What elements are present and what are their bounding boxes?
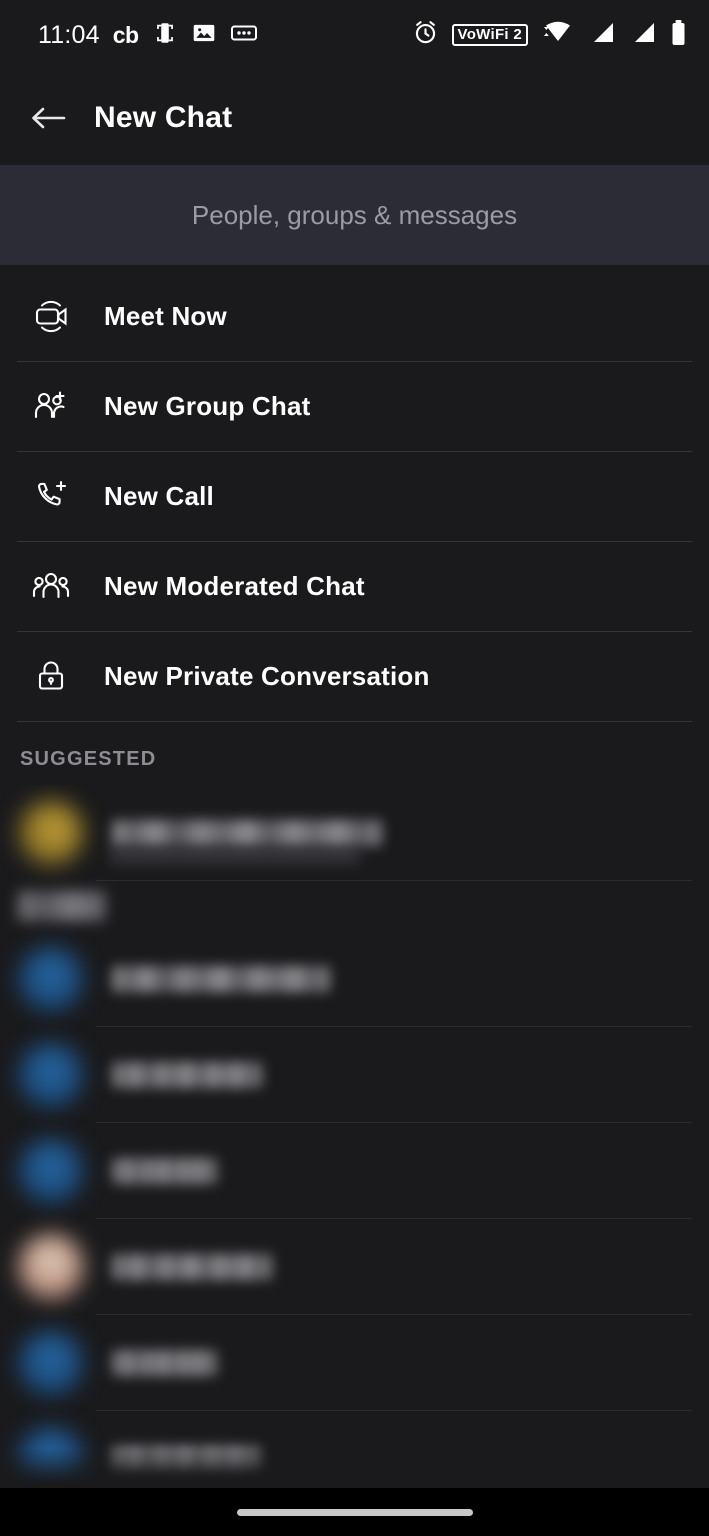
contact-name-redacted bbox=[112, 1062, 262, 1088]
contact-group-label-redacted bbox=[18, 891, 106, 921]
action-new-private-conversation[interactable]: New Private Conversation bbox=[0, 631, 709, 721]
action-label: New Moderated Chat bbox=[104, 570, 365, 601]
app-bar: New Chat bbox=[0, 70, 709, 165]
list-item[interactable] bbox=[0, 1219, 709, 1315]
cb-notification-icon: cb bbox=[112, 21, 139, 48]
people-add-icon bbox=[28, 383, 74, 429]
status-bar-left: 11:04 cb bbox=[38, 20, 258, 51]
contact-name-redacted bbox=[112, 1254, 272, 1280]
suggested-contact-list bbox=[0, 785, 709, 1536]
suggested-section-header: SUGGESTED bbox=[20, 748, 157, 770]
list-item[interactable] bbox=[0, 1123, 709, 1219]
vowifi-icon: VoWiFi 2 bbox=[451, 24, 528, 46]
lock-icon bbox=[28, 653, 74, 699]
avatar bbox=[18, 946, 84, 1012]
back-arrow-icon bbox=[32, 107, 66, 128]
status-clock: 11:04 bbox=[38, 20, 100, 49]
new-chat-screen: 11:04 cb VoWiFi 2 New Chat People, group… bbox=[0, 0, 709, 1536]
video-camera-icon bbox=[28, 293, 74, 339]
action-new-call[interactable]: New Call bbox=[0, 451, 709, 541]
list-item[interactable] bbox=[0, 931, 709, 1027]
section-divider bbox=[17, 721, 692, 722]
people-group-icon bbox=[28, 563, 74, 609]
page-title: New Chat bbox=[94, 100, 233, 134]
contact-name-redacted bbox=[112, 1350, 217, 1376]
contact-name-redacted bbox=[112, 966, 330, 992]
action-meet-now[interactable]: Meet Now bbox=[0, 271, 709, 361]
action-label: New Group Chat bbox=[104, 390, 311, 421]
contact-subtitle-redacted bbox=[110, 847, 360, 863]
avatar bbox=[18, 1234, 84, 1300]
list-item[interactable] bbox=[0, 785, 709, 881]
action-new-group-chat[interactable]: New Group Chat bbox=[0, 361, 709, 451]
photo-icon bbox=[191, 20, 217, 51]
cellular-signal-2-icon bbox=[629, 20, 657, 51]
cellular-signal-1-icon bbox=[588, 20, 616, 51]
status-bar: 11:04 cb VoWiFi 2 bbox=[0, 0, 709, 70]
list-item[interactable] bbox=[0, 1315, 709, 1411]
phone-add-icon bbox=[28, 473, 74, 519]
avatar bbox=[18, 1330, 84, 1396]
avatar bbox=[18, 1138, 84, 1204]
back-button[interactable] bbox=[20, 90, 76, 146]
contact-name-redacted bbox=[112, 1446, 260, 1472]
action-new-moderated-chat[interactable]: New Moderated Chat bbox=[0, 541, 709, 631]
contact-name-redacted bbox=[112, 820, 382, 846]
search-placeholder: People, groups & messages bbox=[191, 199, 518, 230]
voicemail-icon bbox=[230, 20, 258, 51]
device-cast-icon bbox=[152, 20, 178, 51]
status-bar-right: VoWiFi 2 bbox=[412, 19, 688, 52]
avatar bbox=[18, 800, 84, 866]
action-label: New Call bbox=[104, 480, 214, 511]
alarm-icon bbox=[412, 19, 439, 51]
battery-icon bbox=[670, 19, 687, 52]
list-item[interactable] bbox=[0, 1027, 709, 1123]
contact-name-redacted bbox=[112, 1158, 217, 1184]
search-input[interactable]: People, groups & messages bbox=[0, 165, 709, 265]
action-label: Meet Now bbox=[104, 300, 227, 331]
avatar bbox=[18, 1426, 84, 1492]
wifi-icon bbox=[541, 20, 575, 51]
action-list: Meet Now New Group Chat New Call New Mod… bbox=[0, 265, 709, 721]
system-navigation-bar bbox=[0, 1488, 709, 1536]
avatar bbox=[18, 1042, 84, 1108]
action-label: New Private Conversation bbox=[104, 660, 430, 691]
home-gesture-bar[interactable] bbox=[236, 1508, 473, 1516]
